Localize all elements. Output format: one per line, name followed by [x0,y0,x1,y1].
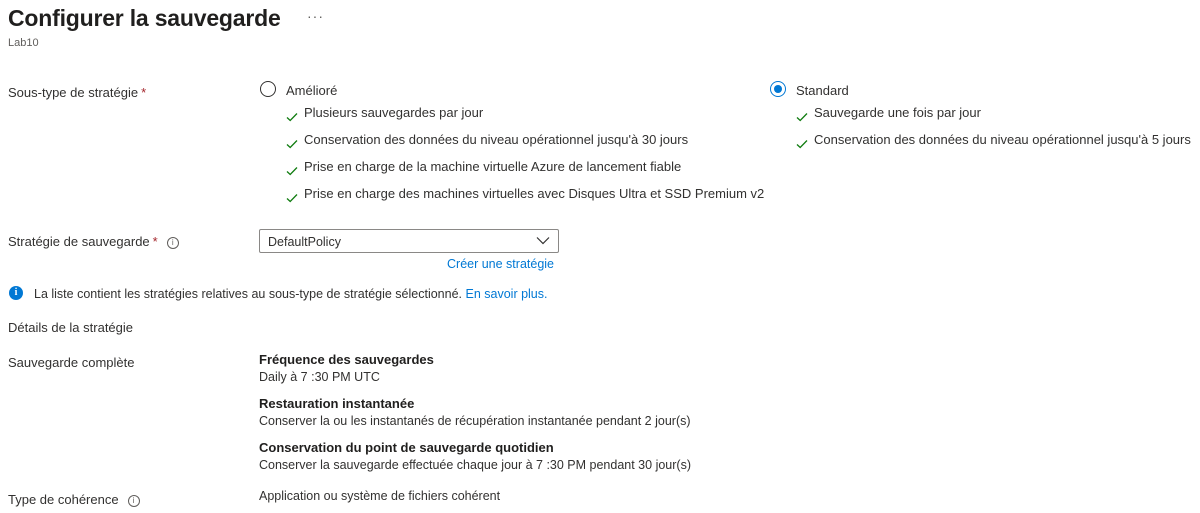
page-subtitle: Lab10 [8,37,39,49]
info-icon[interactable]: i [166,237,179,249]
consistency-type-value: Application ou système de fichiers cohér… [259,489,501,503]
check-icon [796,113,808,122]
check-icon [286,167,298,176]
full-backup-label: Sauvegarde complète [8,355,135,370]
instant-restore-value: Conserver la ou les instantanés de récup… [259,414,691,428]
check-icon [286,140,298,149]
backup-policy-label-text: Stratégie de sauvegarde [8,234,150,249]
chevron-down-icon [536,237,550,245]
info-banner-text: La liste contient les stratégies relativ… [34,287,463,301]
consistency-type-label: Type de cohérence i [8,492,140,507]
daily-retention-value: Conserver la sauvegarde effectuée chaque… [259,458,691,472]
info-banner: La liste contient les stratégies relativ… [34,287,547,301]
radio-standard-label[interactable]: Standard [796,83,849,98]
backup-policy-dropdown[interactable]: DefaultPolicy [259,229,559,253]
standard-feature-2: Conservation des données du niveau opéra… [814,132,1191,147]
info-icon[interactable]: i [127,495,140,507]
check-icon [286,194,298,203]
more-options-button[interactable]: ··· [307,8,324,24]
policy-subtype-label: Sous-type de stratégie * [8,85,146,100]
check-icon [286,113,298,122]
policy-details-heading: Détails de la stratégie [8,320,134,335]
enhanced-feature-4: Prise en charge des machines virtuelles … [304,186,765,201]
create-policy-link[interactable]: Créer une stratégie [447,257,554,271]
consistency-type-label-text: Type de cohérence [8,492,119,507]
radio-enhanced-label[interactable]: Amélioré [286,83,337,98]
dropdown-value: DefaultPolicy [268,235,341,249]
instant-restore-title: Restauration instantanée [259,396,415,411]
standard-feature-1: Sauvegarde une fois par jour [814,105,981,120]
enhanced-feature-2: Conservation des données du niveau opéra… [304,132,689,147]
check-icon [796,140,808,149]
backup-frequency-value: Daily à 7 :30 PM UTC [259,370,380,384]
policy-subtype-label-text: Sous-type de stratégie [8,85,139,100]
backup-frequency-title: Fréquence des sauvegardes [259,352,434,367]
radio-enhanced[interactable] [260,81,276,97]
radio-standard[interactable] [770,81,786,97]
page-title: Configurer la sauvegarde [8,5,281,31]
enhanced-feature-1: Plusieurs sauvegardes par jour [304,105,484,120]
enhanced-feature-3: Prise en charge de la machine virtuelle … [304,159,682,174]
backup-policy-label: Stratégie de sauvegarde * i [8,234,179,249]
learn-more-link[interactable]: En savoir plus. [466,287,548,301]
required-mark: * [152,234,158,249]
daily-retention-title: Conservation du point de sauvegarde quot… [259,440,554,455]
info-filled-icon: i [9,286,23,300]
required-mark: * [141,85,147,100]
